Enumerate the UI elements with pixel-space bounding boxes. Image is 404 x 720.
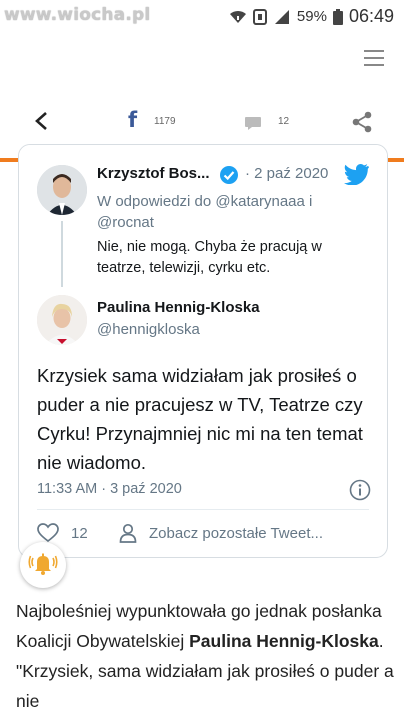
person-icon[interactable] xyxy=(119,523,137,548)
author-name[interactable]: Krzysztof Bos... xyxy=(97,165,210,182)
like-count: 12 xyxy=(71,525,88,542)
watermark: www.wiocha.pl xyxy=(4,5,151,25)
share-icon[interactable] xyxy=(352,111,372,138)
tweet-timestamp[interactable]: 11:33 AM · 3 paź 2020 xyxy=(37,481,182,497)
nfc-icon xyxy=(252,8,267,25)
avatar[interactable] xyxy=(37,165,87,215)
divider xyxy=(37,509,369,510)
comment-icon[interactable] xyxy=(245,117,261,135)
comment-count: 12 xyxy=(278,116,290,127)
notification-bell-button[interactable] xyxy=(20,542,66,588)
embedded-tweet[interactable]: Krzysztof Bos... · 2 paź 2020 W odpowied… xyxy=(18,144,388,558)
article-toolbar: f 1179 12 xyxy=(0,105,404,145)
status-icons: 59% 06:49 xyxy=(229,6,394,27)
reply-context-line: W odpowiedzi do @katarynaaa i xyxy=(97,193,313,210)
thread-line xyxy=(61,221,63,287)
tweet-text: Krzysiek sama widziałam jak prosiłeś o p… xyxy=(37,365,363,473)
reply-context: W odpowiedzi do @katarynaaa i @rocnat xyxy=(97,191,367,233)
wifi-icon xyxy=(229,9,247,25)
facebook-share-count: 1179 xyxy=(154,116,176,127)
verified-badge-icon xyxy=(219,165,239,190)
battery-percent: 59% xyxy=(296,8,327,25)
tweet-text: Nie, nie mogą. Chyba że pracują w teatrz… xyxy=(97,239,322,276)
battery-icon xyxy=(332,8,343,25)
twitter-bird-icon[interactable] xyxy=(343,163,369,190)
bell-icon xyxy=(28,548,58,583)
back-icon[interactable] xyxy=(34,111,48,130)
clock: 06:49 xyxy=(348,6,394,26)
reply-context-line: @rocnat xyxy=(97,214,154,231)
avatar[interactable] xyxy=(37,295,87,345)
see-more-tweets-link[interactable]: Zobacz pozostałe Tweet... xyxy=(149,525,323,542)
menu-icon[interactable] xyxy=(364,50,384,66)
facebook-share-icon[interactable]: f xyxy=(128,108,137,132)
article-paragraph: Najboleśniej wypunktowała go jednak posł… xyxy=(16,596,396,716)
tweet-date[interactable]: · 2 paź 2020 xyxy=(245,165,328,182)
status-bar: www.wiocha.pl 59% 06:49 xyxy=(0,0,404,36)
article-bold-name: Paulina Hennig-Kloska xyxy=(189,631,379,651)
author-name[interactable]: Paulina Hennig-Kloska xyxy=(97,299,260,316)
author-handle[interactable]: @hennigkloska xyxy=(97,321,200,338)
signal-icon xyxy=(273,9,291,25)
info-icon[interactable] xyxy=(349,479,371,506)
